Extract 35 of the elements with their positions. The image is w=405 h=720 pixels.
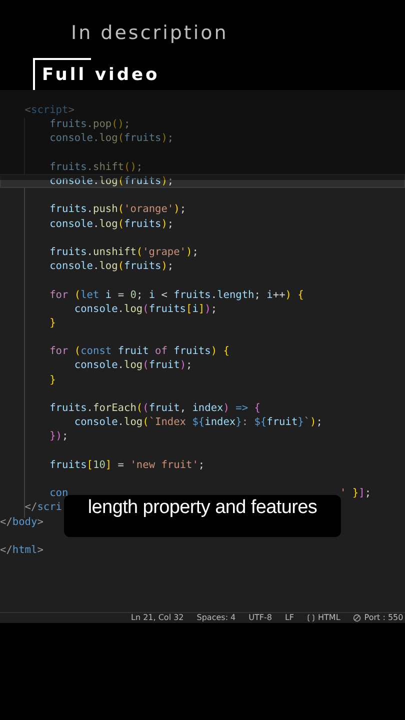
code-line: </html> [0,544,44,556]
code-line: </body> [0,516,44,528]
braces-icon [307,614,316,622]
status-item[interactable]: Ln 21, Col 32 [131,613,184,623]
no-entry-icon [353,614,362,622]
code-line: console.log(fruits); [48,260,174,272]
code-line: fruits[10] = 'new fruit'; [48,458,205,471]
status-item[interactable]: Port : 550 [364,613,404,623]
code-line: console.log(fruit); [73,359,192,372]
status-item[interactable]: Spaces: 4 [196,613,236,623]
caption-text: length property and features [88,497,318,519]
code-line: } [48,316,56,329]
code-line: console.log(fruits); [48,218,174,230]
code-line: for (let i = 0; i < fruits.length; i++) { [48,288,304,301]
code-fragment: ' }]; [340,487,372,500]
code-line: fruits.unshift('grape'); [48,246,198,258]
code-line: fruits.pop(); [48,118,130,130]
code-line: fruits.forEach((fruit, index) => { [48,402,260,414]
code-line: <script> [24,104,74,116]
code-line: }); [48,430,68,442]
code-line: fruits.shift(); [48,160,143,173]
code-line: </scri [24,501,62,514]
status-item[interactable]: HTML [318,613,340,623]
title-text: Full video [42,65,160,85]
status-item[interactable]: LF [284,613,294,623]
code-line: for (const fruit of fruits) { [48,345,230,358]
subtitle-text: In description [71,22,228,44]
code-line: } [48,374,56,386]
code-line: console.log(fruits); [48,132,174,144]
code-line: fruits.push('orange'); [48,203,186,216]
code-line: con [48,487,68,500]
code-line: console.log(fruits); [48,175,174,188]
code-line: console.log(`Index ${index}: ${fruit}`); [73,416,322,428]
status-item[interactable]: UTF-8 [248,613,272,623]
code-line: console.log(fruits[i]); [73,302,218,315]
